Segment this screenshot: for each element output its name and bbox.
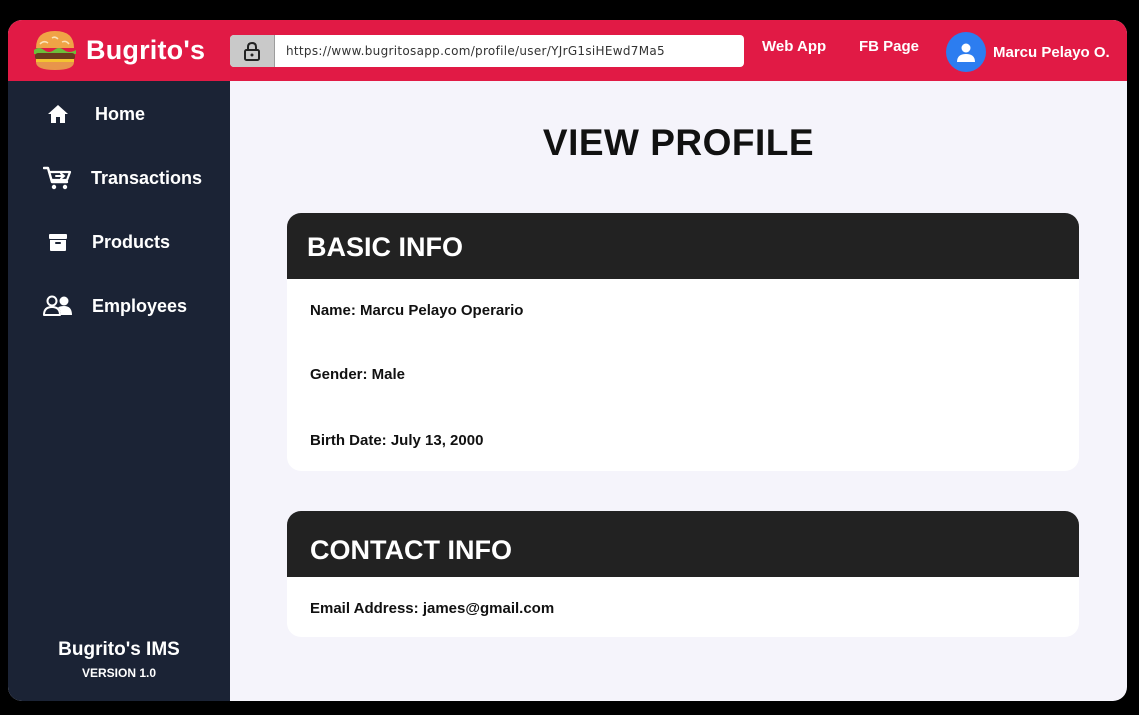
avatar[interactable] <box>946 32 986 72</box>
sidebar-item-label: Employees <box>92 295 188 316</box>
name-field: Name: Marcu Pelayo Operario <box>310 302 524 319</box>
app-footer-title: Bugrito's IMS <box>58 639 180 660</box>
url-text[interactable]: https://www.bugritosapp.com/profile/user… <box>286 35 665 67</box>
basic-info-card: BASIC INFO Name: Marcu Pelayo Operario G… <box>287 213 1079 471</box>
contact-info-heading: CONTACT INFO <box>310 535 512 565</box>
brand[interactable]: Bugrito's <box>32 27 205 73</box>
page-title: VIEW PROFILE <box>542 122 815 163</box>
sidebar-item-products[interactable]: Products <box>8 217 230 267</box>
sidebar-item-label: Home <box>95 103 146 124</box>
birth-date-field: Birth Date: July 13, 2000 <box>310 432 484 449</box>
fb-page-link[interactable]: FB Page <box>859 38 919 55</box>
basic-info-heading: BASIC INFO <box>307 232 464 262</box>
sidebar-item-label: Transactions <box>91 167 203 188</box>
app-window: Bugrito's https://www.bugritosapp.com/pr… <box>8 20 1127 701</box>
email-field: Email Address: james@gmail.com <box>310 600 555 617</box>
brand-name: Bugrito's <box>86 34 206 65</box>
user-name: Marcu Pelayo O. <box>993 43 1110 61</box>
card-header: CONTACT INFO <box>287 511 1079 577</box>
users-icon <box>42 292 74 320</box>
address-bar[interactable]: https://www.bugritosapp.com/profile/user… <box>230 35 744 67</box>
sidebar-item-label: Products <box>92 231 171 252</box>
home-icon <box>42 100 74 128</box>
sidebar: Home Transactions Products Employees Bug… <box>8 81 230 701</box>
contact-info-card: CONTACT INFO Email Address: james@gmail.… <box>287 511 1079 637</box>
burger-logo-icon <box>32 28 78 72</box>
sidebar-item-employees[interactable]: Employees <box>8 281 230 331</box>
gender-field: Gender: Male <box>310 366 406 383</box>
archive-box-icon <box>42 228 74 256</box>
sidebar-item-home[interactable]: Home <box>8 89 230 139</box>
user-icon <box>957 43 975 62</box>
card-header: BASIC INFO <box>287 213 1079 279</box>
top-header: Bugrito's https://www.bugritosapp.com/pr… <box>8 20 1127 81</box>
lock-icon[interactable] <box>230 35 275 67</box>
web-app-link[interactable]: Web App <box>762 38 826 55</box>
cart-icon <box>42 164 74 192</box>
user-menu[interactable]: Marcu Pelayo O. <box>946 32 1110 72</box>
sidebar-item-transactions[interactable]: Transactions <box>8 153 230 203</box>
app-version: VERSION 1.0 <box>81 666 157 680</box>
